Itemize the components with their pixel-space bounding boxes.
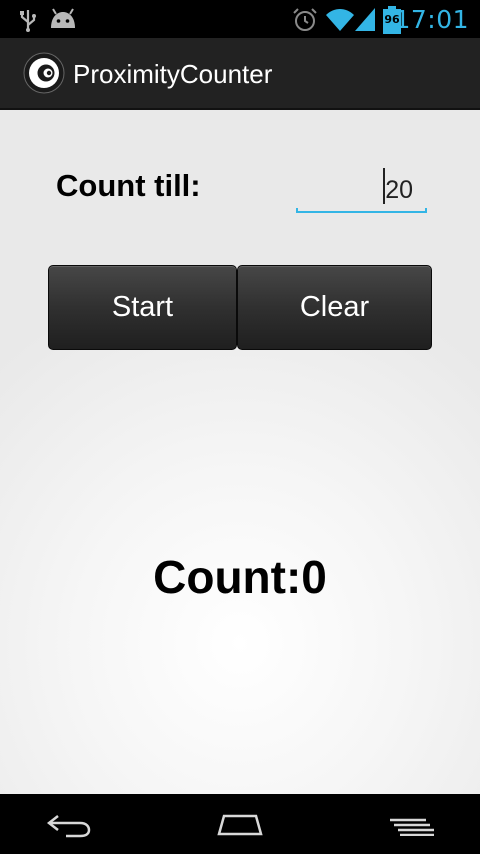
signal-icon xyxy=(355,8,375,31)
count-display: Count:0 xyxy=(153,551,327,603)
text-cursor xyxy=(383,168,385,204)
app-title: ProximityCounter xyxy=(73,59,273,89)
home-icon[interactable] xyxy=(216,812,264,836)
recent-apps-icon[interactable] xyxy=(388,818,436,836)
wifi-icon xyxy=(326,9,354,31)
input-underline xyxy=(296,208,427,213)
count-till-input[interactable] xyxy=(296,168,427,212)
android-debug-icon xyxy=(51,8,75,28)
clear-button[interactable]: Clear xyxy=(237,265,432,350)
main-content: Count till: Start Clear Count:0 xyxy=(0,110,480,794)
action-bar: ProximityCounter xyxy=(0,38,480,110)
navigation-bar xyxy=(0,794,480,854)
count-till-label: Count till: xyxy=(56,168,201,203)
usb-icon xyxy=(20,10,36,32)
clock: 17:01 xyxy=(394,5,469,34)
start-button[interactable]: Start xyxy=(48,265,237,350)
back-icon[interactable] xyxy=(46,814,92,838)
app-logo-icon[interactable] xyxy=(23,52,65,94)
status-bar: 96 17:01 xyxy=(0,0,480,38)
alarm-icon xyxy=(293,8,317,31)
